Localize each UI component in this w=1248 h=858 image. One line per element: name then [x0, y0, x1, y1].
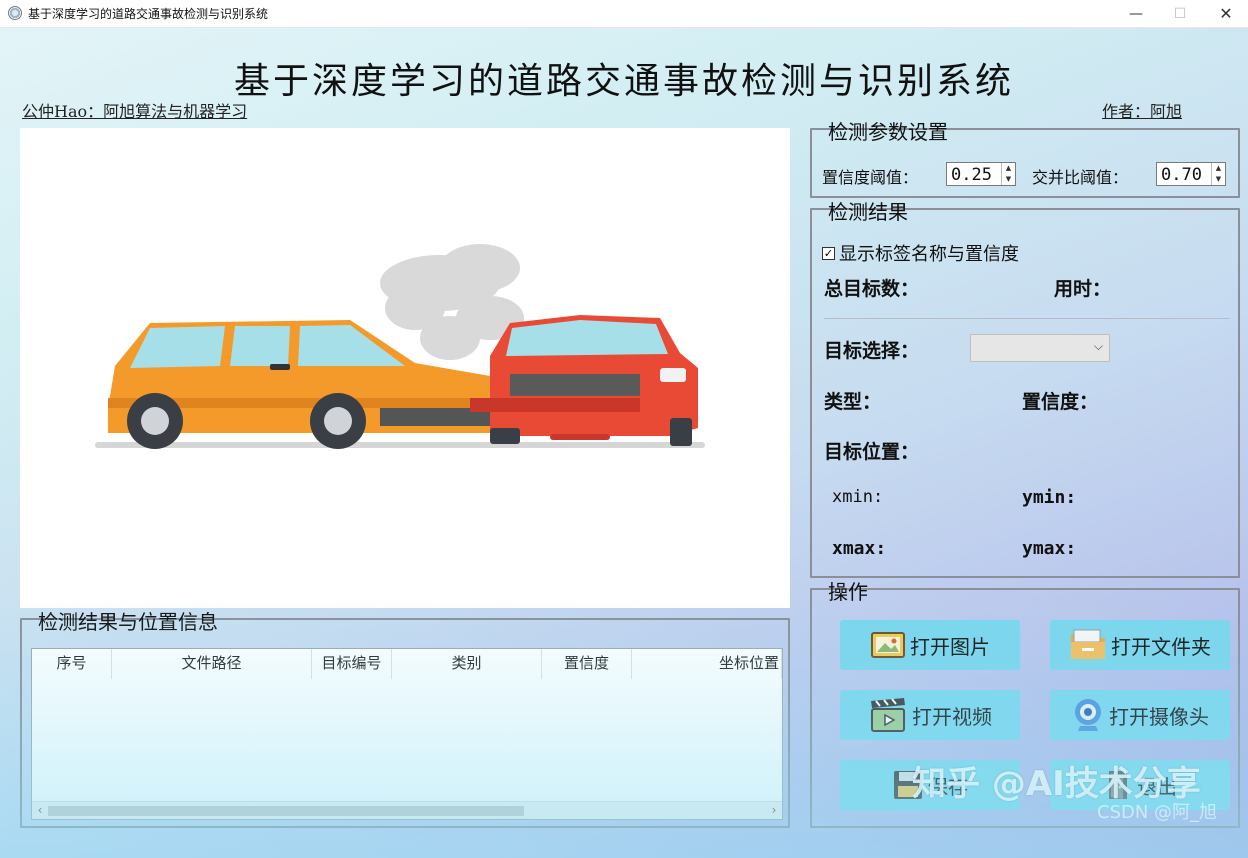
column-header[interactable]: 文件路径	[112, 649, 312, 679]
horizontal-scrollbar[interactable]: ‹ ›	[32, 801, 782, 819]
target-position-label: 目标位置：	[824, 441, 920, 463]
car-accident-image	[95, 244, 705, 449]
table-header: 序号 文件路径 目标编号 类别 置信度 坐标位置	[32, 649, 782, 679]
show-labels-checkbox-row[interactable]: ✓ 显示标签名称与置信度	[822, 240, 1019, 266]
operations-legend: 操作	[828, 580, 868, 604]
total-targets-label: 总目标数：	[824, 278, 920, 300]
params-legend: 检测参数设置	[828, 120, 948, 144]
open-image-button[interactable]: 打开图片	[840, 620, 1020, 670]
close-button[interactable]: ✕	[1206, 2, 1246, 26]
app-window: 基于深度学习的道路交通事故检测与识别系统 公仲Hao：阿旭算法与机器学习 作者：…	[0, 28, 1248, 858]
ymax-label: ymax:	[1022, 538, 1077, 559]
scroll-left-icon[interactable]: ‹	[32, 803, 48, 817]
show-labels-checkbox[interactable]: ✓	[822, 246, 835, 260]
ymin-label: ymin:	[1022, 487, 1077, 508]
open-video-label: 打开视频	[912, 704, 992, 729]
open-video-button[interactable]: 打开视频	[840, 690, 1020, 740]
watermark-csdn: CSDN @阿_旭	[1097, 802, 1218, 823]
video-clapper-icon	[871, 698, 905, 732]
author-wechat-text: 公仲Hao：阿旭算法与机器学习	[22, 102, 248, 121]
target-select-dropdown[interactable]: ⌵	[970, 334, 1110, 362]
title-bar: 基于深度学习的道路交通事故检测与识别系统 — ☐ ✕	[0, 0, 1248, 28]
minimize-button[interactable]: —	[1116, 2, 1156, 26]
page-title: 基于深度学习的道路交通事故检测与识别系统	[233, 61, 1014, 102]
column-header[interactable]: 目标编号	[312, 649, 392, 679]
detect-results-group: 检测结果 ✓ 显示标签名称与置信度 总目标数： 用时： 目标选择： ⌵ 类型： …	[810, 200, 1240, 578]
column-header[interactable]: 坐标位置	[632, 649, 782, 679]
column-header[interactable]: 序号	[32, 649, 112, 679]
column-header[interactable]: 置信度	[542, 649, 632, 679]
window-title: 基于深度学习的道路交通事故检测与识别系统	[28, 7, 269, 21]
iou-threshold-spinbox[interactable]: 0.70 ▲ ▼	[1156, 162, 1226, 186]
conf-threshold-spinbox[interactable]: 0.25 ▲ ▼	[946, 162, 1016, 186]
column-header[interactable]: 类别	[392, 649, 542, 679]
image-icon	[871, 632, 905, 658]
iou-threshold-label: 交并比阈值：	[1032, 168, 1129, 187]
conf-threshold-label: 置信度阈值：	[822, 168, 919, 187]
scrollbar-thumb[interactable]	[48, 806, 524, 816]
maximize-button[interactable]: ☐	[1160, 2, 1200, 26]
detect-results-legend: 检测结果	[828, 200, 908, 224]
spin-down-icon[interactable]: ▼	[1002, 174, 1015, 185]
xmax-label: xmax:	[832, 538, 887, 559]
spin-up-icon[interactable]: ▲	[1002, 163, 1015, 174]
target-select-label: 目标选择：	[824, 340, 920, 362]
divider	[824, 318, 1230, 319]
open-image-label: 打开图片	[910, 634, 990, 659]
webcam-icon	[1075, 699, 1101, 731]
spin-down-icon[interactable]: ▼	[1212, 174, 1225, 185]
xmin-label: xmin:	[832, 487, 884, 507]
time-used-label: 用时：	[1054, 278, 1112, 300]
author-text: 作者：阿旭	[1102, 102, 1183, 121]
open-folder-button[interactable]: 打开文件夹	[1050, 620, 1230, 670]
type-label: 类型：	[824, 391, 882, 413]
open-camera-label: 打开摄像头	[1109, 704, 1209, 729]
confidence-label: 置信度：	[1022, 391, 1099, 413]
show-labels-label[interactable]: 显示标签名称与置信度	[839, 240, 1019, 266]
results-table[interactable]: 序号 文件路径 目标编号 类别 置信度 坐标位置 ‹ ›	[31, 648, 783, 820]
results-table-group: 检测结果与位置信息 序号 文件路径 目标编号 类别 置信度 坐标位置 ‹ ›	[20, 610, 790, 828]
conf-threshold-value[interactable]: 0.25	[951, 165, 992, 185]
params-group: 检测参数设置 置信度阈值： 0.25 ▲ ▼ 交并比阈值： 0.70 ▲ ▼	[810, 120, 1240, 198]
image-display-panel	[20, 128, 790, 608]
iou-threshold-value[interactable]: 0.70	[1161, 165, 1202, 185]
open-folder-label: 打开文件夹	[1111, 634, 1211, 659]
scroll-right-icon[interactable]: ›	[766, 803, 782, 817]
spin-up-icon[interactable]: ▲	[1212, 163, 1225, 174]
folder-icon	[1071, 629, 1105, 659]
chevron-down-icon[interactable]: ⌵	[1094, 339, 1103, 354]
results-table-legend: 检测结果与位置信息	[38, 610, 218, 634]
open-camera-button[interactable]: 打开摄像头	[1050, 690, 1230, 740]
app-icon	[8, 6, 22, 20]
